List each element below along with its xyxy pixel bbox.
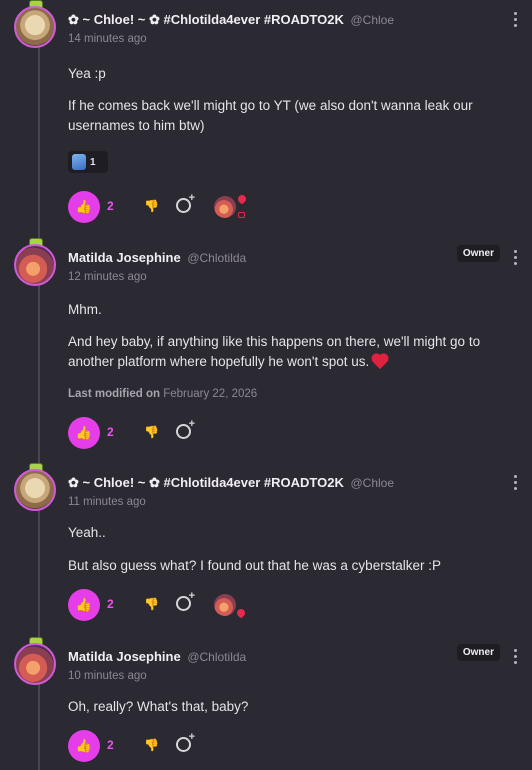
more-vertical-icon[interactable] <box>514 475 518 493</box>
heart-icon <box>235 607 247 619</box>
post-paragraph: And hey baby, if anything like this happ… <box>68 334 481 369</box>
like-count: 2 <box>107 738 114 752</box>
thumbs-up-icon: 👍 <box>75 597 93 612</box>
thumbs-down-icon[interactable]: 👎 <box>144 598 159 610</box>
thumbs-up-icon: 👍 <box>75 199 93 214</box>
thumbs-up-icon: 👍 <box>75 425 93 440</box>
author-handle: @Chlotilda <box>187 650 247 664</box>
author-handle: @Chlotilda <box>187 251 247 265</box>
like-button[interactable]: 👍 <box>68 191 100 223</box>
thumbs-down-icon[interactable]: 👎 <box>144 200 159 212</box>
last-modified: Last modified on February 22, 2026 <box>68 388 257 400</box>
add-reaction-icon[interactable] <box>176 418 195 439</box>
reactor-avatar[interactable] <box>214 196 236 218</box>
author-name[interactable]: Matilda Josephine <box>68 250 181 265</box>
post-paragraph: Oh, really? What's that, baby? <box>68 699 249 714</box>
thumbs-up-icon: 👍 <box>75 738 93 753</box>
owner-badge: Owner <box>456 644 500 661</box>
add-reaction-icon[interactable] <box>176 590 195 611</box>
reaction-count: 1 <box>90 156 96 168</box>
emoji-icon <box>72 154 86 170</box>
heart-icon <box>236 193 248 205</box>
reply-icon <box>238 212 245 218</box>
like-button[interactable]: 👍 <box>68 589 100 621</box>
thumbs-down-icon[interactable]: 👎 <box>144 739 159 751</box>
author-handle: @Chloe <box>350 13 395 27</box>
post-time: 11 minutes ago <box>68 496 146 508</box>
like-button[interactable]: 👍 <box>68 417 100 449</box>
more-vertical-icon[interactable] <box>514 649 518 667</box>
avatar-chloe[interactable] <box>12 463 60 515</box>
author-row: Matilda Josephine @Chlotilda <box>68 250 246 265</box>
owner-badge: Owner <box>456 245 500 262</box>
avatar <box>14 643 56 685</box>
post-paragraph: Yeah.. <box>68 525 106 540</box>
author-name[interactable]: ✿ ~ Chloe! ~ ✿ #Chlotilda4ever #ROADTO2K <box>68 12 344 27</box>
thumbs-down-icon[interactable]: 👎 <box>144 426 159 438</box>
avatar <box>14 469 56 511</box>
more-vertical-icon[interactable] <box>514 250 518 268</box>
like-button[interactable]: 👍 <box>68 730 100 762</box>
like-count: 2 <box>107 425 114 439</box>
reaction-chip[interactable]: 1 <box>68 151 108 173</box>
modified-label: Last modified on <box>68 388 160 400</box>
avatar-matilda[interactable] <box>12 238 60 290</box>
avatar <box>14 6 56 48</box>
add-reaction-icon[interactable] <box>176 731 195 752</box>
post-paragraph: Mhm. <box>68 302 102 317</box>
avatar-chloe[interactable] <box>12 0 60 52</box>
post-time: 14 minutes ago <box>68 33 147 45</box>
like-count: 2 <box>107 597 114 611</box>
author-handle: @Chloe <box>350 476 395 490</box>
post-paragraph-with-heart: And hey baby, if anything like this happ… <box>68 332 498 372</box>
modified-date: February 22, 2026 <box>163 388 258 400</box>
reactor-avatar[interactable] <box>214 594 236 616</box>
post-paragraph: If he comes back we'll might go to YT (w… <box>68 98 473 133</box>
post-paragraph: But also guess what? I found out that he… <box>68 558 441 573</box>
more-vertical-icon[interactable] <box>514 12 518 30</box>
post-time: 12 minutes ago <box>68 271 147 283</box>
avatar <box>14 244 56 286</box>
post-time: 10 minutes ago <box>68 670 147 682</box>
avatar-matilda[interactable] <box>12 637 60 689</box>
author-row: Matilda Josephine @Chlotilda <box>68 649 246 664</box>
author-name[interactable]: Matilda Josephine <box>68 649 181 664</box>
heart-icon <box>372 353 388 369</box>
post-paragraph: Yea :p <box>68 66 106 81</box>
author-name[interactable]: ✿ ~ Chloe! ~ ✿ #Chlotilda4ever #ROADTO2K <box>68 475 344 490</box>
author-row: ✿ ~ Chloe! ~ ✿ #Chlotilda4ever #ROADTO2K… <box>68 475 394 491</box>
author-row: ✿ ~ Chloe! ~ ✿ #Chlotilda4ever #ROADTO2K… <box>68 12 394 28</box>
add-reaction-icon[interactable] <box>176 192 195 213</box>
like-count: 2 <box>107 199 114 213</box>
